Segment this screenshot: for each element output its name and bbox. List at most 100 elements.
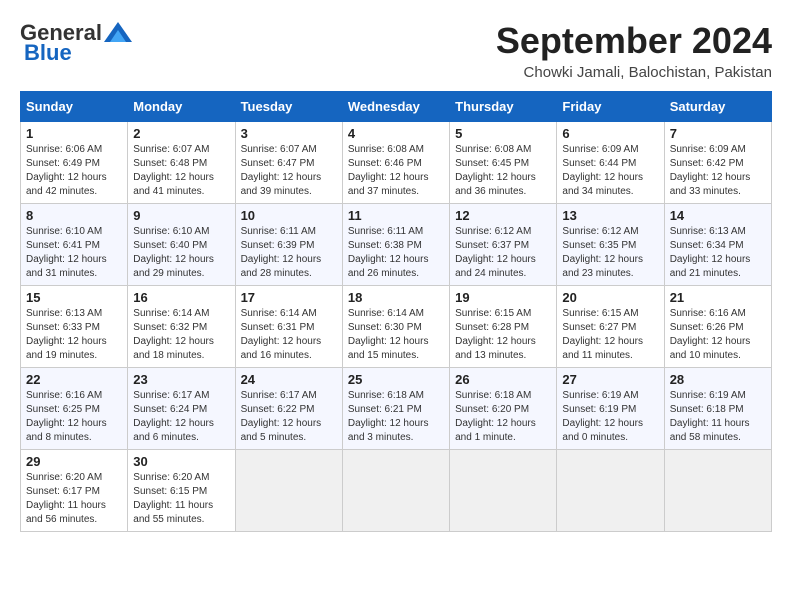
day-number: 16 bbox=[133, 290, 229, 305]
logo: General Blue bbox=[20, 20, 132, 66]
table-row: 28 Sunrise: 6:19 AMSunset: 6:18 PMDayligh… bbox=[664, 368, 771, 450]
col-saturday: Saturday bbox=[664, 92, 771, 122]
table-row: 27 Sunrise: 6:19 AMSunset: 6:19 PMDayligh… bbox=[557, 368, 664, 450]
day-number: 5 bbox=[455, 126, 551, 141]
table-row: 25 Sunrise: 6:18 AMSunset: 6:21 PMDayligh… bbox=[342, 368, 449, 450]
day-number: 27 bbox=[562, 372, 658, 387]
table-row: 5Sunrise: 6:08 AMSunset: 6:45 PMDaylight… bbox=[450, 122, 557, 204]
col-thursday: Thursday bbox=[450, 92, 557, 122]
table-row bbox=[235, 450, 342, 532]
day-number: 17 bbox=[241, 290, 337, 305]
day-info: Sunrise: 6:19 AMSunset: 6:19 PMDaylight:… bbox=[562, 389, 658, 445]
day-number: 13 bbox=[562, 208, 658, 223]
day-info: Sunrise: 6:15 AMSunset: 6:28 PMDaylight:… bbox=[455, 307, 551, 363]
table-row bbox=[557, 450, 664, 532]
day-number: 23 bbox=[133, 372, 229, 387]
day-info: Sunrise: 6:13 AMSunset: 6:34 PMDaylight:… bbox=[670, 225, 766, 281]
table-row: 4 Sunrise: 6:08 AMSunset: 6:46 PMDaylight… bbox=[342, 122, 449, 204]
table-row bbox=[664, 450, 771, 532]
table-row: 1Sunrise: 6:06 AMSunset: 6:49 PMDaylight… bbox=[21, 122, 128, 204]
table-row: 30 Sunrise: 6:20 AMSunset: 6:15 PMDayligh… bbox=[128, 450, 235, 532]
day-number: 11 bbox=[348, 208, 444, 223]
day-number: 3 bbox=[241, 126, 337, 141]
day-number: 1 bbox=[26, 126, 122, 141]
table-row: 11 Sunrise: 6:11 AMSunset: 6:38 PMDayligh… bbox=[342, 204, 449, 286]
day-info: Sunrise: 6:16 AMSunset: 6:26 PMDaylight:… bbox=[670, 307, 766, 363]
day-info: Sunrise: 6:18 AMSunset: 6:20 PMDaylight:… bbox=[455, 389, 551, 445]
day-info: Sunrise: 6:16 AMSunset: 6:25 PMDaylight:… bbox=[26, 389, 122, 445]
day-info: Sunrise: 6:09 AMSunset: 6:42 PMDaylight:… bbox=[670, 143, 766, 199]
day-number: 4 bbox=[348, 126, 444, 141]
calendar-week-row: 22 Sunrise: 6:16 AMSunset: 6:25 PMDayligh… bbox=[21, 368, 772, 450]
table-row: 29Sunrise: 6:20 AMSunset: 6:17 PMDayligh… bbox=[21, 450, 128, 532]
day-number: 7 bbox=[670, 126, 766, 141]
calendar-week-row: 29Sunrise: 6:20 AMSunset: 6:17 PMDayligh… bbox=[21, 450, 772, 532]
col-monday: Monday bbox=[128, 92, 235, 122]
table-row: 17Sunrise: 6:14 AMSunset: 6:31 PMDayligh… bbox=[235, 286, 342, 368]
day-number: 12 bbox=[455, 208, 551, 223]
table-row: 18 Sunrise: 6:14 AMSunset: 6:30 PMDayligh… bbox=[342, 286, 449, 368]
day-info: Sunrise: 6:12 AMSunset: 6:35 PMDaylight:… bbox=[562, 225, 658, 281]
col-tuesday: Tuesday bbox=[235, 92, 342, 122]
table-row: 14 Sunrise: 6:13 AMSunset: 6:34 PMDayligh… bbox=[664, 204, 771, 286]
day-number: 14 bbox=[670, 208, 766, 223]
day-info: Sunrise: 6:08 AMSunset: 6:46 PMDaylight:… bbox=[348, 143, 444, 199]
day-number: 28 bbox=[670, 372, 766, 387]
day-number: 29 bbox=[26, 454, 122, 469]
day-info: Sunrise: 6:19 AMSunset: 6:18 PMDaylight:… bbox=[670, 389, 766, 445]
table-row bbox=[342, 450, 449, 532]
day-number: 22 bbox=[26, 372, 122, 387]
day-number: 20 bbox=[562, 290, 658, 305]
table-row: 9 Sunrise: 6:10 AMSunset: 6:40 PMDaylight… bbox=[128, 204, 235, 286]
calendar-week-row: 8Sunrise: 6:10 AMSunset: 6:41 PMDaylight… bbox=[21, 204, 772, 286]
calendar-week-row: 15 Sunrise: 6:13 AMSunset: 6:33 PMDayligh… bbox=[21, 286, 772, 368]
day-number: 21 bbox=[670, 290, 766, 305]
day-info: Sunrise: 6:07 AMSunset: 6:47 PMDaylight:… bbox=[241, 143, 337, 199]
day-number: 26 bbox=[455, 372, 551, 387]
day-info: Sunrise: 6:14 AMSunset: 6:30 PMDaylight:… bbox=[348, 307, 444, 363]
table-row: 22 Sunrise: 6:16 AMSunset: 6:25 PMDayligh… bbox=[21, 368, 128, 450]
table-row: 8Sunrise: 6:10 AMSunset: 6:41 PMDaylight… bbox=[21, 204, 128, 286]
table-row: 19 Sunrise: 6:15 AMSunset: 6:28 PMDayligh… bbox=[450, 286, 557, 368]
table-row: 13 Sunrise: 6:12 AMSunset: 6:35 PMDayligh… bbox=[557, 204, 664, 286]
day-info: Sunrise: 6:13 AMSunset: 6:33 PMDaylight:… bbox=[26, 307, 122, 363]
day-number: 19 bbox=[455, 290, 551, 305]
calendar-header-row: Sunday Monday Tuesday Wednesday Thursday… bbox=[21, 92, 772, 122]
table-row bbox=[450, 450, 557, 532]
day-number: 6 bbox=[562, 126, 658, 141]
table-row: 26 Sunrise: 6:18 AMSunset: 6:20 PMDayligh… bbox=[450, 368, 557, 450]
col-wednesday: Wednesday bbox=[342, 92, 449, 122]
calendar-table: Sunday Monday Tuesday Wednesday Thursday… bbox=[20, 91, 772, 532]
day-number: 9 bbox=[133, 208, 229, 223]
day-number: 18 bbox=[348, 290, 444, 305]
day-info: Sunrise: 6:10 AMSunset: 6:40 PMDaylight:… bbox=[133, 225, 229, 281]
page-header: General Blue September 2024 Chowki Jamal… bbox=[20, 20, 772, 81]
day-number: 25 bbox=[348, 372, 444, 387]
title-block: September 2024 Chowki Jamali, Balochista… bbox=[496, 20, 772, 81]
table-row: 3 Sunrise: 6:07 AMSunset: 6:47 PMDaylight… bbox=[235, 122, 342, 204]
day-number: 30 bbox=[133, 454, 229, 469]
table-row: 10Sunrise: 6:11 AMSunset: 6:39 PMDayligh… bbox=[235, 204, 342, 286]
day-info: Sunrise: 6:11 AMSunset: 6:38 PMDaylight:… bbox=[348, 225, 444, 281]
table-row: 7 Sunrise: 6:09 AMSunset: 6:42 PMDaylight… bbox=[664, 122, 771, 204]
table-row: 2Sunrise: 6:07 AMSunset: 6:48 PMDaylight… bbox=[128, 122, 235, 204]
day-info: Sunrise: 6:14 AMSunset: 6:32 PMDaylight:… bbox=[133, 307, 229, 363]
day-info: Sunrise: 6:20 AMSunset: 6:15 PMDaylight:… bbox=[133, 471, 229, 527]
logo-blue: Blue bbox=[24, 40, 72, 66]
calendar-week-row: 1Sunrise: 6:06 AMSunset: 6:49 PMDaylight… bbox=[21, 122, 772, 204]
table-row: 21 Sunrise: 6:16 AMSunset: 6:26 PMDayligh… bbox=[664, 286, 771, 368]
day-info: Sunrise: 6:11 AMSunset: 6:39 PMDaylight:… bbox=[241, 225, 337, 281]
day-info: Sunrise: 6:12 AMSunset: 6:37 PMDaylight:… bbox=[455, 225, 551, 281]
day-info: Sunrise: 6:09 AMSunset: 6:44 PMDaylight:… bbox=[562, 143, 658, 199]
logo-icon bbox=[104, 22, 132, 42]
day-info: Sunrise: 6:17 AMSunset: 6:22 PMDaylight:… bbox=[241, 389, 337, 445]
day-info: Sunrise: 6:18 AMSunset: 6:21 PMDaylight:… bbox=[348, 389, 444, 445]
day-number: 15 bbox=[26, 290, 122, 305]
day-number: 2 bbox=[133, 126, 229, 141]
table-row: 23Sunrise: 6:17 AMSunset: 6:24 PMDayligh… bbox=[128, 368, 235, 450]
table-row: 16 Sunrise: 6:14 AMSunset: 6:32 PMDayligh… bbox=[128, 286, 235, 368]
day-number: 8 bbox=[26, 208, 122, 223]
month-title: September 2024 bbox=[496, 20, 772, 62]
day-info: Sunrise: 6:15 AMSunset: 6:27 PMDaylight:… bbox=[562, 307, 658, 363]
day-number: 24 bbox=[241, 372, 337, 387]
